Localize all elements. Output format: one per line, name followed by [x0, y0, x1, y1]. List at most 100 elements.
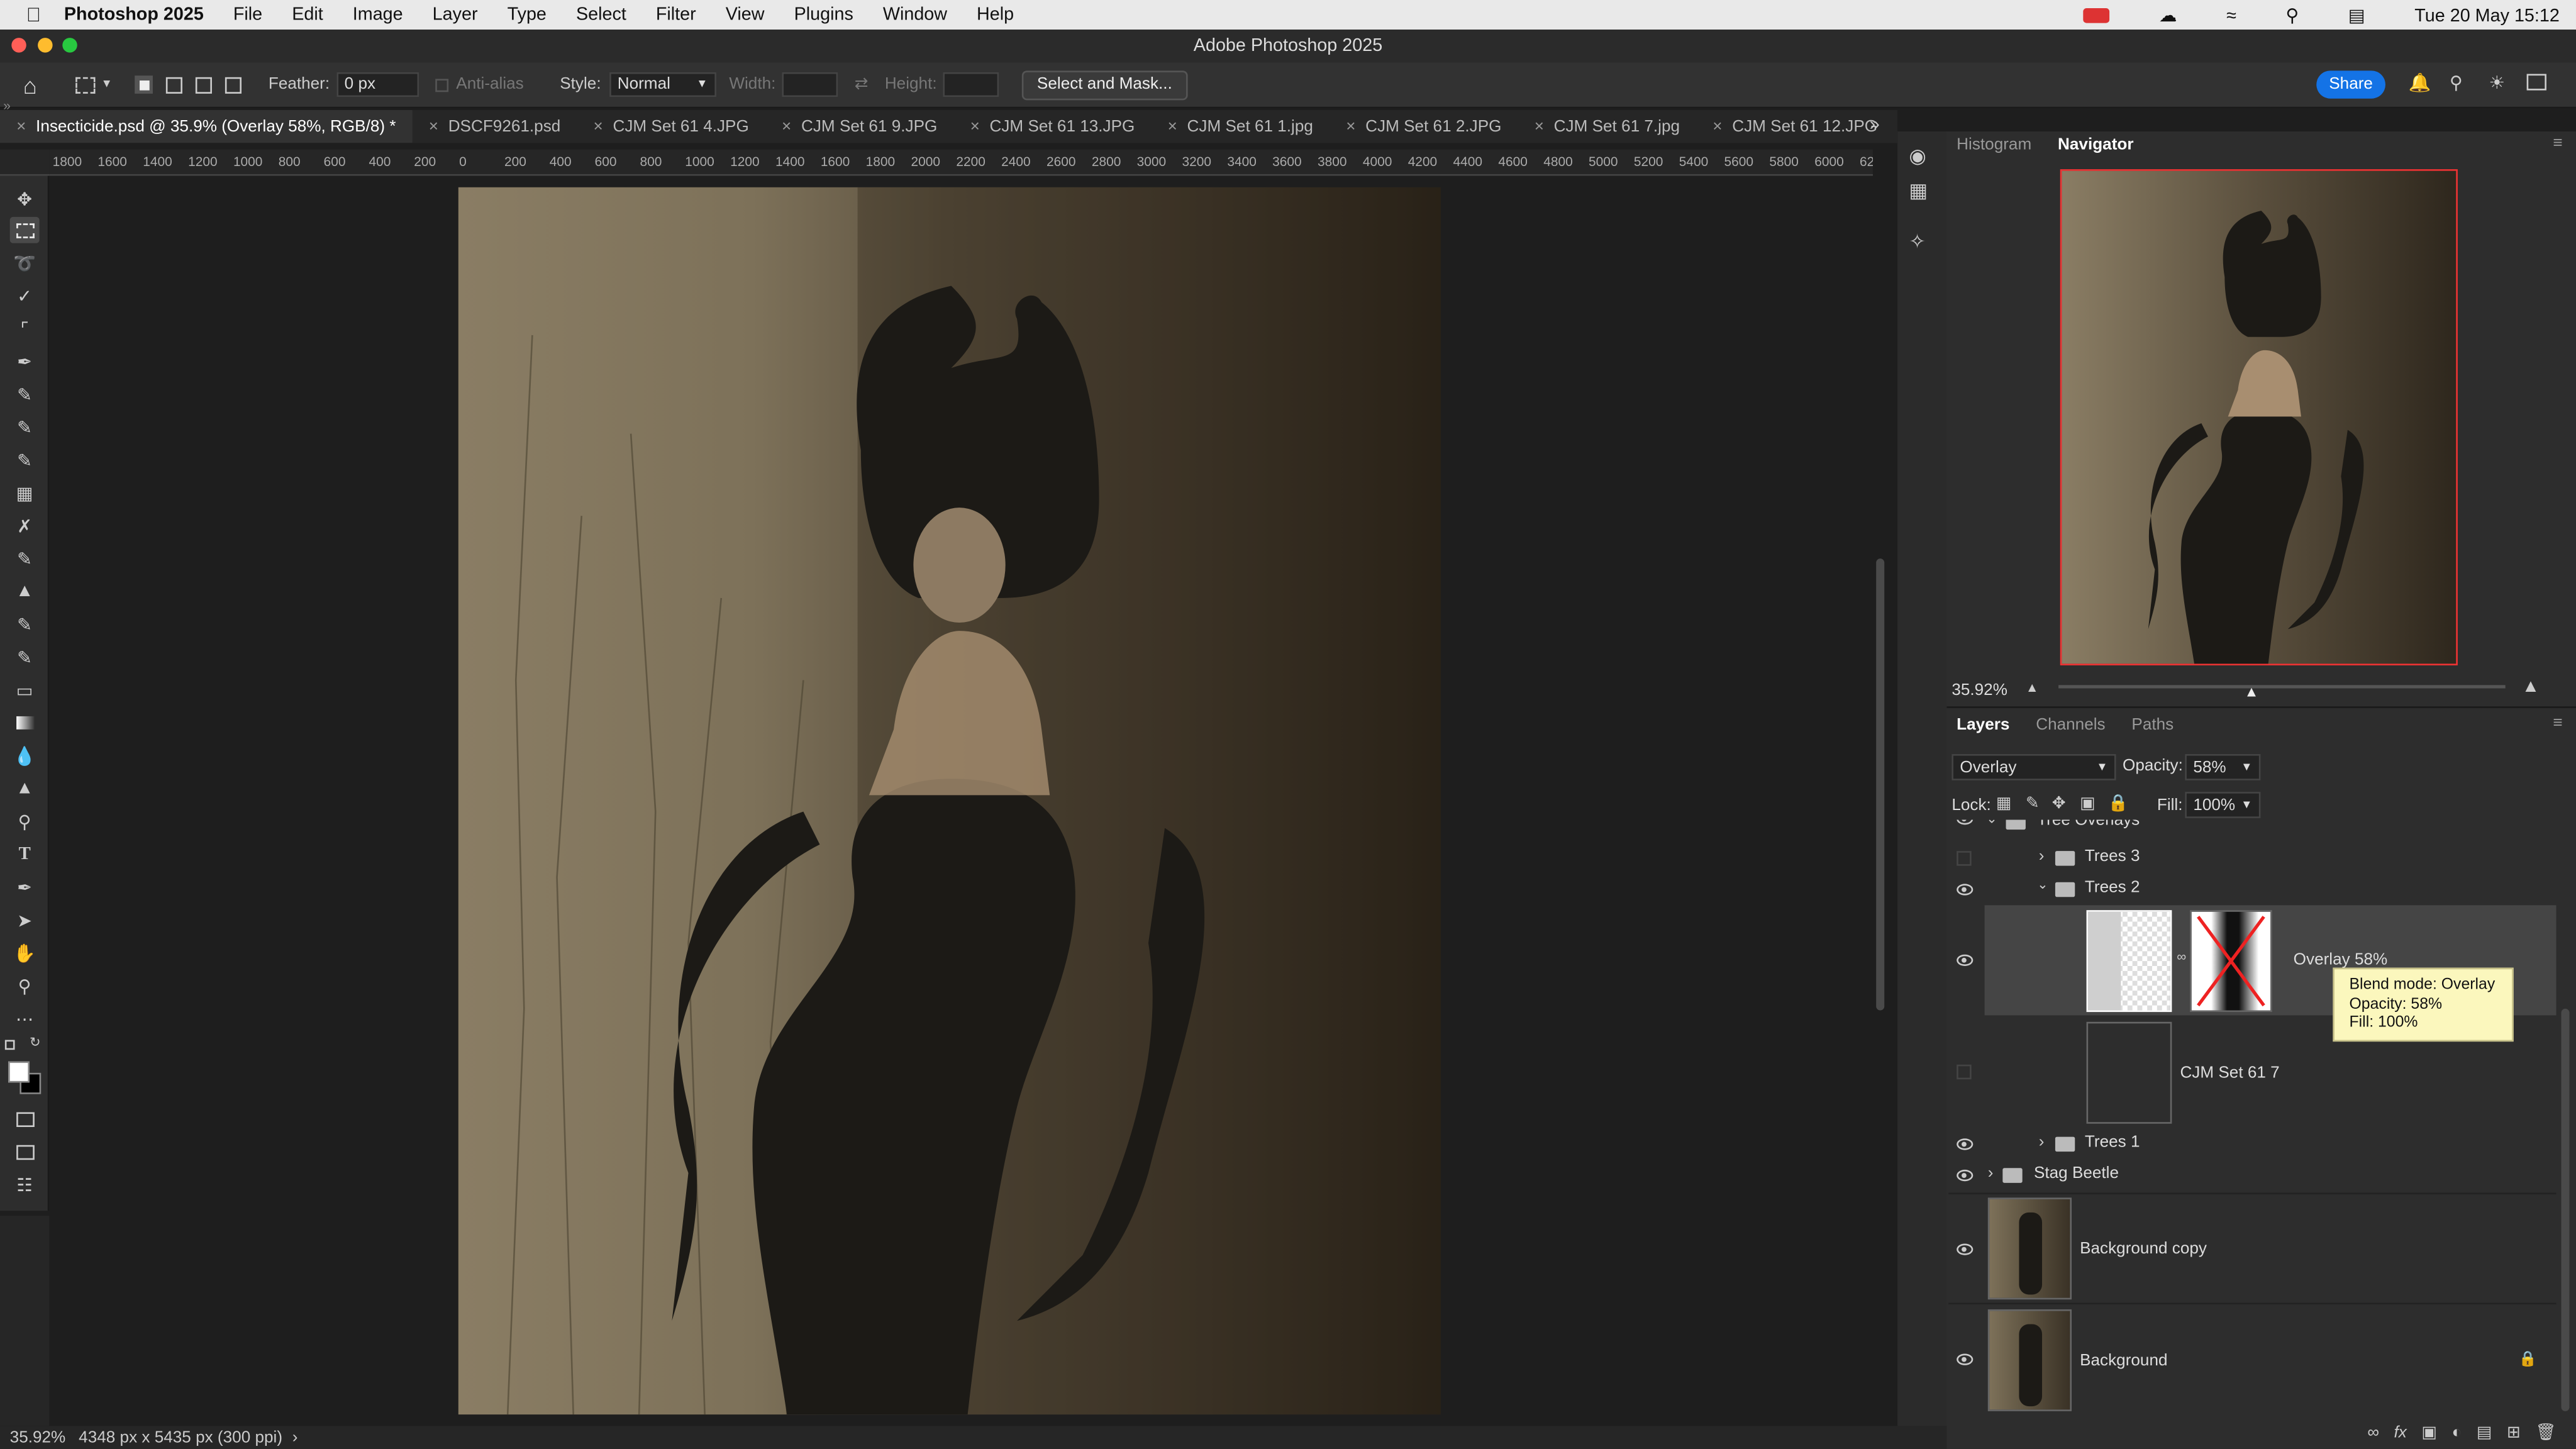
workspace-icon[interactable] — [2526, 74, 2546, 91]
blur-tool-icon[interactable]: 💧 — [10, 743, 40, 769]
rectangular-marquee-tool-icon[interactable] — [9, 216, 40, 243]
zoom-slider-thumb[interactable]: ▲ — [2244, 684, 2258, 700]
layer-background-copy[interactable]: Background copy — [1948, 1192, 2557, 1302]
brush-tool-icon[interactable]: ✎ — [10, 545, 40, 572]
dodge-tool-icon[interactable]: ⚲ — [10, 808, 40, 835]
visibility-eye-icon[interactable] — [1957, 1353, 1974, 1365]
hand-tool-icon[interactable]: ✋ — [10, 940, 40, 966]
adjustment-layer-icon[interactable]: ◐ — [2452, 1424, 2462, 1442]
quick-mask-icon[interactable] — [10, 1106, 40, 1132]
antialias-checkbox[interactable] — [435, 78, 448, 91]
more-tabs-icon[interactable]: » — [1870, 115, 1880, 135]
menu-edit[interactable]: Edit — [292, 5, 323, 25]
menu-image[interactable]: Image — [353, 5, 403, 25]
visibility-eye-icon[interactable] — [1957, 954, 1974, 966]
app-menu[interactable]: Photoshop 2025 — [64, 5, 204, 25]
layer-tree-overlays[interactable]: ⌄ Tree Overlays — [1948, 819, 2557, 835]
visibility-off-box[interactable] — [1957, 851, 1972, 866]
tab-cjm-9[interactable]: × CJM Set 61 9.JPG — [765, 110, 954, 143]
apple-icon[interactable]:  — [26, 3, 42, 26]
menu-window[interactable]: Window — [883, 5, 947, 25]
grid-panel-icon[interactable]: ▦ — [1909, 179, 1928, 203]
status-zoom[interactable]: 35.92% — [10, 1428, 66, 1446]
layer-trees-1[interactable]: › Trees 1 — [1948, 1129, 2557, 1160]
navigator-zoom-value[interactable]: 35.92% — [1951, 682, 2007, 700]
swap-icon[interactable]: ⇄ — [855, 75, 869, 94]
menu-help[interactable]: Help — [977, 5, 1014, 25]
control-center-icon[interactable]: ▤ — [2348, 5, 2365, 26]
visibility-eye-icon[interactable] — [1957, 1138, 1974, 1150]
layer-trees-2[interactable]: ⌄ Trees 2 — [1948, 874, 2557, 906]
chevron-down-icon[interactable]: ⌄ — [2037, 877, 2048, 892]
select-and-mask-button[interactable]: Select and Mask... — [1022, 70, 1187, 100]
opacity-input[interactable]: 58% ▼ — [2185, 754, 2261, 780]
spot-healing-tool-icon[interactable]: ✎ — [10, 381, 40, 408]
tab-paths[interactable]: Paths — [2131, 716, 2174, 734]
tab-cjm-7[interactable]: × CJM Set 61 7.jpg — [1518, 110, 1697, 143]
close-icon[interactable]: × — [970, 118, 980, 136]
swap-colors-icon[interactable]: ↻ — [30, 1035, 41, 1050]
menu-layer[interactable]: Layer — [433, 5, 478, 25]
content-aware-move-icon[interactable]: ✗ — [10, 513, 40, 539]
menu-type[interactable]: Type — [508, 5, 547, 25]
remove-tool-icon[interactable]: ✎ — [10, 447, 40, 474]
eraser-tool-icon[interactable]: ▭ — [10, 677, 40, 703]
creative-cloud-icon[interactable]: ☁ — [2159, 5, 2177, 26]
fx-icon[interactable]: fx — [2394, 1424, 2406, 1442]
minimize-window-button[interactable] — [38, 38, 53, 53]
visibility-eye-icon[interactable] — [1957, 819, 1974, 825]
close-window-button[interactable] — [11, 38, 26, 53]
clock[interactable]: Tue 20 May 15:12 — [2414, 6, 2560, 25]
lock-transparent-icon[interactable]: ▦ — [1996, 795, 2012, 813]
visibility-eye-icon[interactable] — [1957, 1169, 1974, 1182]
maximize-window-button[interactable] — [62, 38, 77, 53]
tab-navigator[interactable]: Navigator — [2058, 136, 2133, 154]
layer-trees-3[interactable]: › Trees 3 — [1948, 843, 2557, 874]
layers-menu-icon[interactable]: ≡ — [2553, 714, 2562, 733]
wifi-icon[interactable]: ≈ — [2226, 6, 2236, 25]
zoom-in-icon[interactable]: ▲ — [2522, 677, 2540, 696]
blend-mode-dropdown[interactable]: Overlay ▼ — [1951, 754, 2116, 780]
close-icon[interactable]: × — [1713, 118, 1722, 136]
layers-scrollbar[interactable] — [2561, 1008, 2570, 1411]
close-icon[interactable]: × — [1535, 118, 1544, 136]
lock-image-icon[interactable]: ✎ — [2026, 795, 2040, 813]
pen-tool-icon[interactable]: ✒ — [10, 874, 40, 901]
menu-plugins[interactable]: Plugins — [794, 5, 853, 25]
tab-cjm-13[interactable]: × CJM Set 61 13.JPG — [953, 110, 1151, 143]
screen-mode-icon[interactable] — [10, 1138, 40, 1165]
lasso-tool-icon[interactable]: ➰ — [10, 250, 40, 276]
move-tool-icon[interactable]: ✥ — [10, 186, 40, 212]
search-icon[interactable]: ⚲ — [2450, 72, 2463, 94]
close-icon[interactable]: × — [1346, 118, 1355, 136]
tab-histogram[interactable]: Histogram — [1957, 136, 2031, 154]
bell-icon[interactable]: 🔔 — [2409, 72, 2431, 94]
more-tools-icon[interactable]: ⋯ — [10, 1006, 40, 1032]
adjustments-icon[interactable]: ✧ — [1909, 230, 1925, 253]
close-icon[interactable]: × — [782, 118, 791, 136]
navigator-menu-icon[interactable]: ≡ — [2553, 135, 2562, 153]
tab-cjm-12[interactable]: × CJM Set 61 12.JPG — [1696, 110, 1894, 143]
fill-input[interactable]: 100% ▼ — [2185, 792, 2261, 818]
delete-layer-icon[interactable]: 🗑 — [2535, 1424, 2556, 1442]
menu-view[interactable]: View — [726, 5, 765, 25]
navigator-preview[interactable] — [2060, 169, 2458, 665]
type-tool-icon[interactable]: T — [10, 841, 40, 867]
link-layers-icon[interactable]: ∞ — [2367, 1424, 2379, 1442]
lock-icon[interactable]: 🔒 — [2519, 1350, 2537, 1368]
width-input[interactable] — [782, 72, 838, 97]
tab-layers[interactable]: Layers — [1957, 716, 2009, 734]
tab-cjm-1[interactable]: × CJM Set 61 1.jpg — [1151, 110, 1330, 143]
status-dimensions[interactable]: 4348 px x 5435 px (300 ppi) — [79, 1428, 282, 1446]
chevron-right-icon[interactable]: › — [2039, 1133, 2045, 1152]
menu-select[interactable]: Select — [576, 5, 626, 25]
vertical-scrollbar[interactable] — [1876, 558, 1885, 1011]
add-selection-icon[interactable] — [166, 76, 184, 93]
add-mask-icon[interactable]: ▣ — [2421, 1424, 2437, 1442]
marquee-tool-preset-icon[interactable] — [76, 76, 96, 93]
eyedropper-tool-icon[interactable]: ✒ — [10, 348, 40, 375]
foreground-color-swatch[interactable] — [8, 1061, 30, 1083]
healing-brush-tool-icon[interactable]: ✎ — [10, 414, 40, 440]
new-selection-icon[interactable] — [135, 75, 153, 94]
lock-all-icon[interactable]: 🔒 — [2108, 795, 2129, 813]
